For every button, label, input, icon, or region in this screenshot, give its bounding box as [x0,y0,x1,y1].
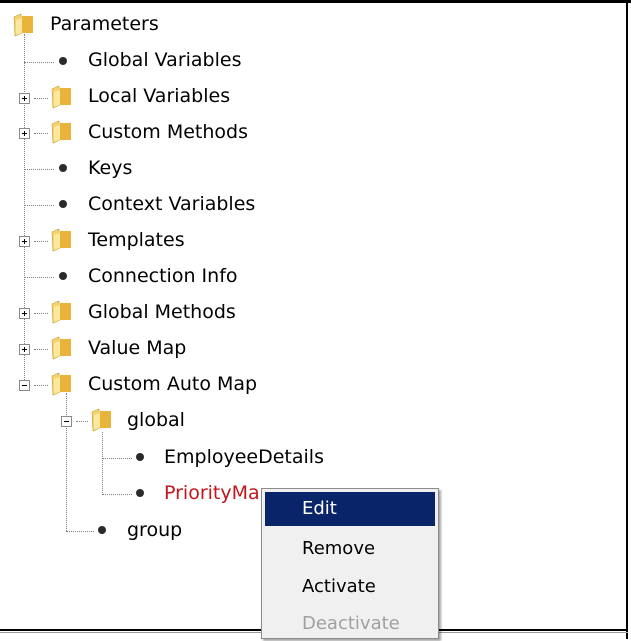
menu-item-activate[interactable]: Activate [265,570,435,604]
tree-guide-line [24,205,54,206]
leaf-node-icon [59,57,67,65]
context-menu: Edit Remove Activate Deactivate [261,488,439,639]
leaf-node-icon [136,453,144,461]
menu-item-remove[interactable]: Remove [265,532,435,566]
folder-icon [51,85,71,109]
tree-guide-line [24,169,54,170]
menu-item-deactivate: Deactivate [302,613,400,634]
tree-item-connection-info[interactable]: Connection Info [88,264,238,288]
tree-item-employee-details[interactable]: EmployeeDetails [164,445,324,469]
tree-guide-line [34,313,48,314]
tree-guide-line [34,133,48,134]
expand-plus-icon[interactable] [19,308,30,319]
tree-item-templates[interactable]: Templates [88,228,185,252]
tree-item-local-variables[interactable]: Local Variables [88,84,230,108]
folder-icon [51,228,71,252]
tree-guide-line [34,98,48,99]
tree-item-global-variables[interactable]: Global Variables [88,48,241,72]
expand-plus-icon[interactable] [19,93,30,104]
collapse-minus-icon[interactable] [61,416,72,427]
tree-guide-line [102,494,132,495]
leaf-node-icon [59,164,67,172]
tree-view: Parameters Global Variables Local Variab… [0,0,631,639]
expand-plus-icon[interactable] [19,128,30,139]
tree-guide-line [66,393,67,531]
top-border [0,0,631,3]
tree-guide-line [102,458,132,459]
tree-item-priority-map[interactable]: PriorityMa [164,481,260,505]
folder-icon [51,372,71,396]
tree-item-global[interactable]: global [127,408,185,432]
tree-guide-line [24,34,25,382]
collapse-minus-icon[interactable] [19,380,30,391]
tree-guide-line [102,432,103,495]
tree-guide-line [34,241,48,242]
tree-guide-line [76,421,88,422]
tree-guide-line [24,62,54,63]
leaf-node-icon [59,200,67,208]
tree-item-custom-auto-map[interactable]: Custom Auto Map [88,372,257,396]
tree-item-custom-methods[interactable]: Custom Methods [88,120,248,144]
folder-icon [51,300,71,324]
tree-item-group[interactable]: group [127,518,182,542]
tree-guide-line [24,277,54,278]
leaf-node-icon [59,272,67,280]
folder-icon [51,336,71,360]
tree-item-global-methods[interactable]: Global Methods [88,300,236,324]
folder-icon [91,408,111,432]
menu-item-edit[interactable]: Edit [265,492,435,526]
leaf-node-icon [136,489,144,497]
expand-plus-icon[interactable] [19,344,30,355]
tree-item-keys[interactable]: Keys [88,156,132,180]
tree-item-context-variables[interactable]: Context Variables [88,192,255,216]
tree-root-label[interactable]: Parameters [50,12,159,36]
tree-guide-line [34,349,48,350]
folder-icon [51,120,71,144]
leaf-node-icon [98,526,106,534]
right-border [626,0,628,639]
tree-item-value-map[interactable]: Value Map [88,336,186,360]
expand-plus-icon[interactable] [19,236,30,247]
tree-guide-line [66,531,94,532]
folder-icon [13,13,33,37]
tree-guide-line [34,385,48,386]
